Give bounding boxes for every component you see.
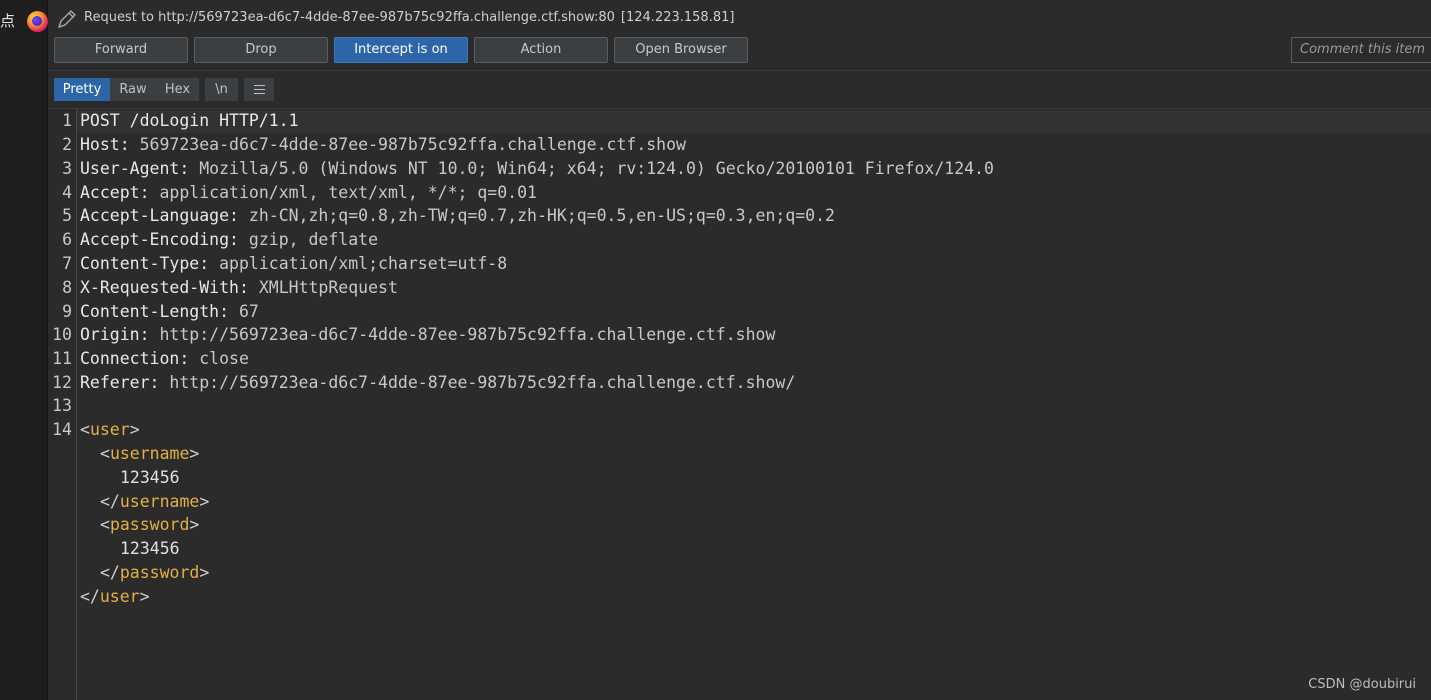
line-number: 1 — [62, 111, 72, 130]
line-number: 5 — [62, 206, 72, 225]
hamburger-menu-icon[interactable] — [244, 78, 274, 101]
header-line-referer: Referer: http://569723ea-d6c7-4dde-87ee-… — [80, 373, 796, 392]
header-line-content-type: Content-Type: application/xml;charset=ut… — [80, 254, 508, 273]
xml-password-open: <password> — [100, 515, 200, 534]
request-url: Request to http://569723ea-d6c7-4dde-87e… — [84, 10, 615, 25]
action-button[interactable]: Action — [474, 37, 608, 63]
line-number: 7 — [62, 254, 72, 273]
line-number: 4 — [62, 183, 72, 202]
line-number: 3 — [62, 159, 72, 178]
request-line: POST /doLogin HTTP/1.1 — [80, 111, 299, 130]
forward-button[interactable]: Forward — [54, 37, 188, 63]
header-line-x-requested-with: X-Requested-With: XMLHttpRequest — [80, 278, 398, 297]
header-line-connection: Connection: close — [80, 349, 249, 368]
header-line-accept: Accept: application/xml, text/xml, */*; … — [80, 183, 537, 202]
left-taskbar-strip: 点 — [0, 0, 48, 700]
tab-pretty[interactable]: Pretty — [54, 78, 110, 101]
line-number: 11 — [52, 349, 72, 368]
line-number: 6 — [62, 230, 72, 249]
xml-username-open: <username> — [100, 444, 200, 463]
line-number: 9 — [62, 302, 72, 321]
header-line-accept-language: Accept-Language: zh-CN,zh;q=0.8,zh-TW;q=… — [80, 206, 835, 225]
comment-input[interactable]: Comment this item — [1291, 37, 1431, 63]
line-number: 10 — [52, 325, 72, 344]
header-line-accept-encoding: Accept-Encoding: gzip, deflate — [80, 230, 379, 249]
taskbar-glyph: 点 — [0, 12, 16, 30]
pencil-icon — [57, 10, 76, 29]
header-line-content-length: Content-Length: 67 — [80, 302, 259, 321]
xml-username-close: </username> — [100, 492, 210, 511]
intercept-toggle-button[interactable]: Intercept is on — [334, 37, 468, 63]
xml-password-value: 123456 — [120, 539, 180, 558]
tab-raw[interactable]: Raw — [110, 78, 156, 101]
line-number: 14 — [52, 420, 72, 439]
tab-hex[interactable]: Hex — [156, 78, 199, 101]
line-number: 8 — [62, 278, 72, 297]
drop-button[interactable]: Drop — [194, 37, 328, 63]
request-ip: [124.223.158.81] — [620, 10, 735, 25]
watermark: CSDN @doubirui — [1308, 677, 1416, 692]
xml-password-close: </password> — [100, 563, 210, 582]
line-number: 13 — [52, 396, 72, 415]
newline-toggle-button[interactable]: \n — [205, 78, 238, 101]
xml-user-close: </user> — [80, 587, 150, 606]
header-line-host: Host: 569723ea-d6c7-4dde-87ee-987b75c92f… — [80, 135, 686, 154]
line-number: 2 — [62, 135, 72, 154]
xml-username-value: 123456 — [120, 468, 180, 487]
xml-user-open: <user> — [80, 420, 140, 439]
header-line-user-agent: User-Agent: Mozilla/5.0 (Windows NT 10.0… — [80, 159, 994, 178]
open-browser-button[interactable]: Open Browser — [614, 37, 748, 63]
burp-proxy-intercept-window: 点 Request to http://569723ea-d6c7-4dde-8… — [0, 0, 1431, 700]
header-line-origin: Origin: http://569723ea-d6c7-4dde-87ee-9… — [80, 325, 776, 344]
request-target-label: Request to http://569723ea-d6c7-4dde-87e… — [84, 10, 734, 25]
firefox-icon[interactable] — [27, 11, 48, 32]
line-number: 12 — [52, 373, 72, 392]
